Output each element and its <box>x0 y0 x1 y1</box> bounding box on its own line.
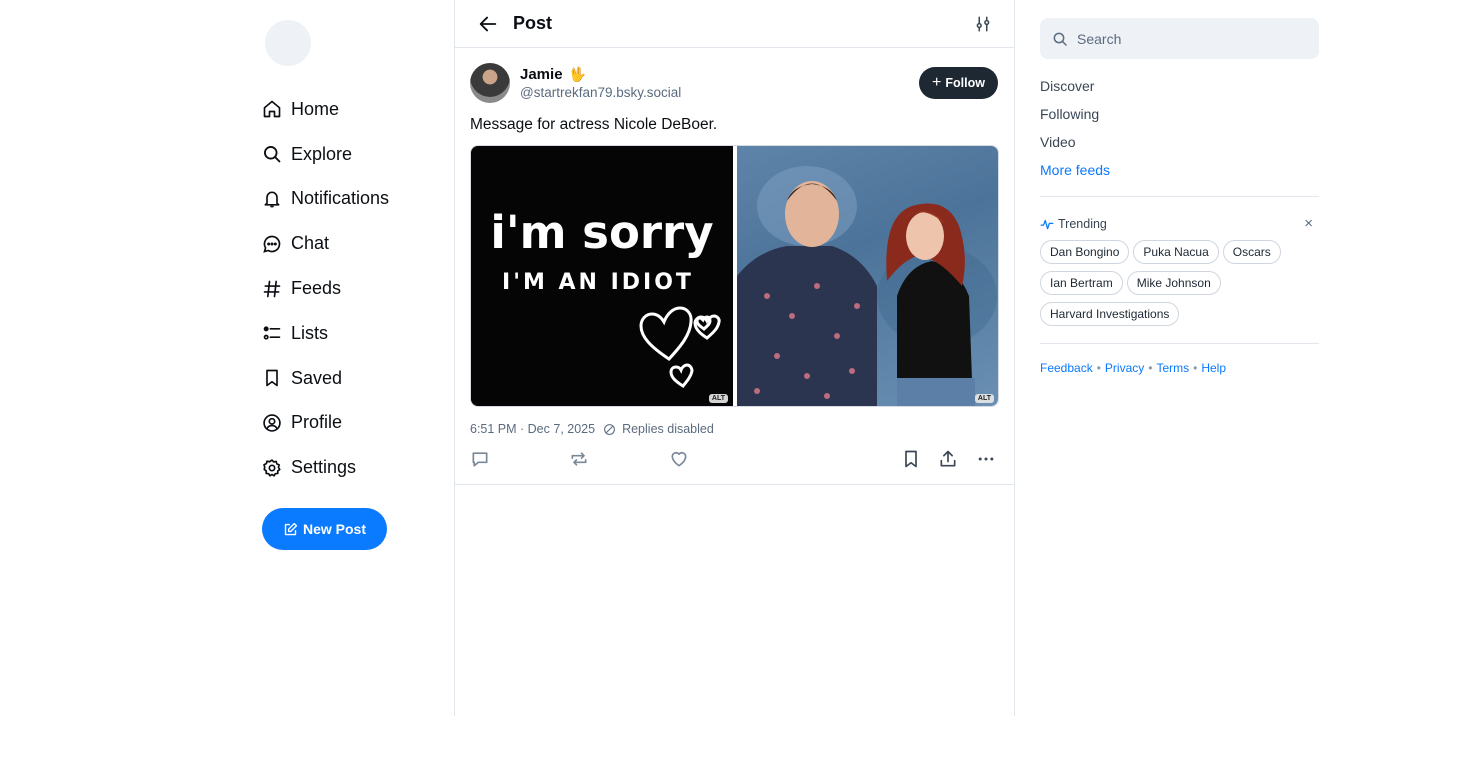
search-box[interactable] <box>1040 18 1319 59</box>
thread-header: Post <box>455 0 1014 48</box>
nav-label: Chat <box>291 233 330 254</box>
nav-label: Saved <box>291 367 343 388</box>
like-heart-icon[interactable] <box>669 449 689 469</box>
post-author-row: Jamie 🖖 @startrekfan79.bsky.social + Fol… <box>470 63 998 103</box>
back-arrow-icon[interactable] <box>477 13 499 35</box>
help-link[interactable]: Help <box>1201 361 1226 375</box>
reply-icon[interactable] <box>470 449 490 469</box>
post-media-grid: i'm sorry I'M AN IDIOT ALT ALT <box>470 145 999 407</box>
replies-disabled-icon <box>603 423 616 436</box>
trending-topic[interactable]: Mike Johnson <box>1126 271 1221 295</box>
separator-dot: • <box>1193 361 1198 375</box>
trending-header: Trending × <box>1040 215 1319 232</box>
trending-topic[interactable]: Puka Nacua <box>1133 240 1219 264</box>
search-input[interactable] <box>1077 30 1297 47</box>
post-timestamp[interactable]: 6:51 PM · Dec 7, 2025 <box>470 422 595 436</box>
post-text: Message for actress Nicole DeBoer. <box>470 116 718 133</box>
thread-settings-icon[interactable] <box>974 15 992 33</box>
post: Jamie 🖖 @startrekfan79.bsky.social + Fol… <box>455 48 1014 485</box>
vulcan-salute-emoji: 🖖 <box>568 66 586 82</box>
alt-badge[interactable]: ALT <box>974 394 994 403</box>
search-icon <box>1053 32 1067 46</box>
page-title: Post <box>513 13 553 33</box>
bookmark-icon[interactable] <box>901 449 921 469</box>
new-post-button[interactable]: New Post <box>262 508 387 551</box>
nav-item-saved[interactable]: Saved <box>262 356 442 401</box>
terms-link[interactable]: Terms <box>1156 361 1189 375</box>
nav-item-profile[interactable]: Profile <box>262 401 442 446</box>
trending-topic[interactable]: Ian Bertram <box>1040 271 1123 295</box>
trending-topic[interactable]: Dan Bongino <box>1040 240 1130 264</box>
nav-label: Profile <box>291 412 343 433</box>
user-avatar-placeholder[interactable] <box>265 20 311 66</box>
feedback-link[interactable]: Feedback <box>1040 361 1093 375</box>
trending-topic[interactable]: Oscars <box>1222 240 1281 264</box>
nav-item-chat[interactable]: Chat <box>262 221 442 266</box>
user-circle-icon <box>262 413 282 433</box>
feed-link-discover[interactable]: Discover <box>1040 76 1319 104</box>
apology-graphic: i'm sorry I'M AN IDIOT <box>490 206 721 388</box>
nav-label: Lists <box>291 322 329 343</box>
hearts-graphic <box>639 306 721 388</box>
repost-icon[interactable] <box>569 449 589 469</box>
nav-label: Home <box>291 98 340 119</box>
trending-topics: Dan Bongino Puka Nacua Oscars Ian Bertra… <box>1040 240 1319 326</box>
new-post-label: New Post <box>302 521 366 538</box>
author-handle[interactable]: @startrekfan79.bsky.social <box>520 85 919 100</box>
trending-title: Trending <box>1058 216 1107 231</box>
trending-pulse-icon <box>1040 219 1054 229</box>
author-display-name[interactable]: Jamie 🖖 <box>520 66 919 83</box>
hashtag-icon <box>262 279 282 299</box>
nav-item-home[interactable]: Home <box>262 87 442 132</box>
nav-label: Feeds <box>291 278 342 299</box>
feed-link-following[interactable]: Following <box>1040 104 1319 132</box>
post-meta: 6:51 PM · Dec 7, 2025 Replies disabled <box>470 422 998 436</box>
plus-icon: + <box>932 74 942 91</box>
feed-links: Discover Following Video More feeds <box>1040 76 1319 197</box>
nav-item-explore[interactable]: Explore <box>262 132 442 177</box>
more-feeds-link[interactable]: More feeds <box>1040 160 1319 188</box>
author-avatar[interactable] <box>470 63 510 103</box>
close-icon[interactable]: × <box>1304 215 1313 232</box>
post-image-apology[interactable]: i'm sorry I'M AN IDIOT ALT <box>471 146 733 406</box>
follow-label: Follow <box>945 76 985 90</box>
footer-links: Feedback • Privacy • Terms • Help <box>1040 361 1319 375</box>
right-sidebar: Discover Following Video More feeds Tren… <box>1040 18 1319 375</box>
replies-status: Replies disabled <box>622 422 714 436</box>
alt-badge[interactable]: ALT <box>708 394 728 403</box>
compose-icon <box>284 522 298 535</box>
photo-graphic <box>737 166 997 406</box>
trending-topic[interactable]: Harvard Investigations <box>1040 302 1180 326</box>
home-icon <box>262 99 282 119</box>
nav-item-notifications[interactable]: Notifications <box>262 177 442 222</box>
apology-line1: i'm sorry <box>490 206 713 259</box>
apology-line2: I'M AN IDIOT <box>502 270 694 295</box>
nav-item-lists[interactable]: Lists <box>262 311 442 356</box>
trending-section: Trending × Dan Bongino Puka Nacua Oscars… <box>1040 197 1319 344</box>
more-options-icon[interactable] <box>976 449 996 469</box>
post-thread-column: Post Jamie 🖖 @startrekfan79.bsky.social … <box>454 0 1015 716</box>
left-sidebar: Home Explore Notifications Chat Feeds Li… <box>262 20 442 551</box>
list-icon <box>262 323 282 343</box>
share-icon[interactable] <box>938 449 958 469</box>
nav-item-feeds[interactable]: Feeds <box>262 266 442 311</box>
separator-dot: • <box>1148 361 1153 375</box>
follow-button[interactable]: + Follow <box>919 67 998 99</box>
chat-bubble-icon <box>262 234 282 254</box>
bookmark-icon <box>262 368 282 388</box>
author-name-text: Jamie <box>520 66 563 83</box>
author-names: Jamie 🖖 @startrekfan79.bsky.social <box>520 66 919 100</box>
nav-item-settings[interactable]: Settings <box>262 445 442 490</box>
privacy-link[interactable]: Privacy <box>1105 361 1144 375</box>
separator-dot: • <box>1096 361 1101 375</box>
feed-link-video[interactable]: Video <box>1040 132 1319 160</box>
nav-label: Notifications <box>291 188 390 209</box>
post-image-photo[interactable]: ALT <box>737 146 998 406</box>
gear-icon <box>262 458 282 478</box>
nav-label: Settings <box>291 457 357 478</box>
bell-icon <box>262 189 282 209</box>
nav-label: Explore <box>291 143 353 164</box>
search-icon <box>262 144 282 164</box>
post-actions <box>470 448 998 470</box>
